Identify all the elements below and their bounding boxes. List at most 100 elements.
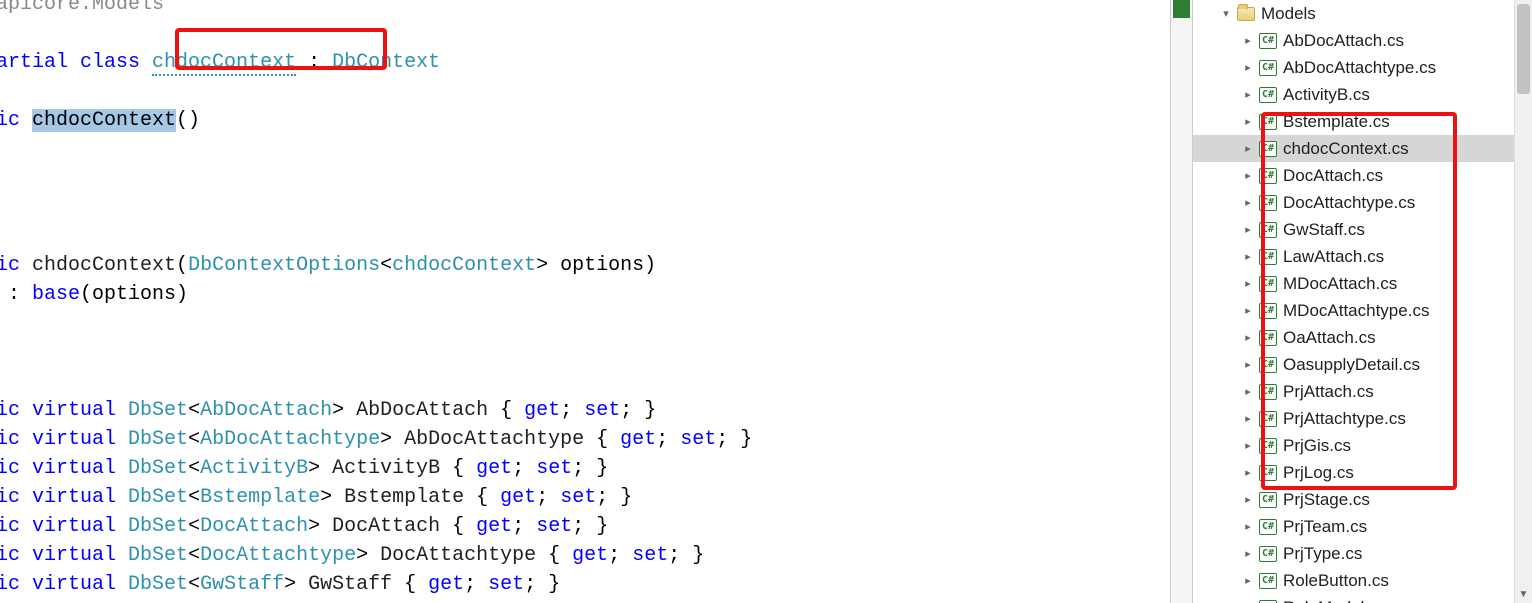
class-name: chdocContext — [152, 51, 296, 76]
csharp-file-icon: C# — [1259, 87, 1277, 103]
base-class-rest: Context — [356, 51, 440, 74]
file-chdoccontext-cs[interactable]: ▸ C# chdocContext.cs — [1193, 135, 1532, 162]
chevron-right-icon[interactable]: ▸ — [1241, 34, 1255, 47]
csharp-file-icon: C# — [1259, 141, 1277, 157]
chevron-right-icon[interactable]: ▸ — [1241, 466, 1255, 479]
csharp-file-icon: C# — [1259, 465, 1277, 481]
class-modifiers: c partial class — [0, 51, 140, 74]
csharp-file-icon: C# — [1259, 60, 1277, 76]
chevron-right-icon[interactable]: ▸ — [1241, 223, 1255, 236]
csharp-file-icon: C# — [1259, 249, 1277, 265]
change-marker — [1173, 0, 1190, 18]
file-label: Bstemplate.cs — [1283, 112, 1390, 132]
chevron-right-icon[interactable]: ▸ — [1241, 88, 1255, 101]
editor-overview-ruler[interactable] — [1170, 0, 1192, 603]
file-label: RoleModule.cs — [1283, 598, 1395, 603]
file-prjstage-cs[interactable]: ▸ C# PrjStage.cs — [1193, 486, 1532, 513]
chevron-right-icon[interactable]: ▸ — [1241, 304, 1255, 317]
chevron-right-icon[interactable]: ▸ — [1241, 61, 1255, 74]
file-label: PrjStage.cs — [1283, 490, 1370, 510]
file-prjattach-cs[interactable]: ▸C#PrjAttach.cs — [1193, 378, 1532, 405]
chevron-down-icon[interactable]: ▾ — [1219, 7, 1233, 20]
file-activityb-cs[interactable]: ▸ C# ActivityB.cs — [1193, 81, 1532, 108]
file-prjgis-cs[interactable]: ▸C#PrjGis.cs — [1193, 432, 1532, 459]
csharp-file-icon: C# — [1259, 303, 1277, 319]
chevron-right-icon[interactable]: ▸ — [1241, 277, 1255, 290]
chevron-right-icon[interactable]: ▸ — [1241, 196, 1255, 209]
file-bstemplate-cs[interactable]: ▸ C# Bstemplate.cs — [1193, 108, 1532, 135]
file-prjteam-cs[interactable]: ▸ C# PrjTeam.cs — [1193, 513, 1532, 540]
csharp-file-icon: C# — [1259, 411, 1277, 427]
file-label: OaAttach.cs — [1283, 328, 1376, 348]
file-docattachtype-cs[interactable]: ▸C#DocAttachtype.cs — [1193, 189, 1532, 216]
solution-scrollbar[interactable]: ▲ ▼ — [1514, 0, 1532, 603]
file-mdocattachtype-cs[interactable]: ▸C#MDocAttachtype.cs — [1193, 297, 1532, 324]
csharp-file-icon: C# — [1259, 33, 1277, 49]
csharp-file-icon: C# — [1259, 546, 1277, 562]
code-editor[interactable]: webapicore.Models c partial class chdocC… — [0, 0, 1170, 603]
file-label: MDocAttach.cs — [1283, 274, 1397, 294]
file-label: PrjType.cs — [1283, 544, 1362, 564]
solution-explorer[interactable]: ▾ Models ▸ C# AbDocAttach.cs ▸ C# AbDocAttach… — [1192, 0, 1532, 603]
chevron-right-icon[interactable]: ▸ — [1241, 493, 1255, 506]
file-label: PrjGis.cs — [1283, 436, 1351, 456]
chevron-right-icon[interactable]: ▸ — [1241, 412, 1255, 425]
csharp-file-icon: C# — [1259, 384, 1277, 400]
csharp-file-icon: C# — [1259, 114, 1277, 130]
chevron-right-icon[interactable]: ▸ — [1241, 574, 1255, 587]
file-prjattachtype-cs[interactable]: ▸ C# PrjAttachtype.cs — [1193, 405, 1532, 432]
csharp-file-icon: C# — [1259, 276, 1277, 292]
file-label: LawAttach.cs — [1283, 247, 1384, 267]
csharp-file-icon: C# — [1259, 195, 1277, 211]
chevron-right-icon[interactable]: ▸ — [1241, 547, 1255, 560]
selection-ctor-name: chdocContext — [32, 109, 176, 132]
file-label: OasupplyDetail.cs — [1283, 355, 1420, 375]
file-label: DocAttach.cs — [1283, 166, 1383, 186]
chevron-right-icon[interactable]: ▸ — [1241, 142, 1255, 155]
file-label: ActivityB.cs — [1283, 85, 1370, 105]
file-docattach-cs[interactable]: ▸ C# DocAttach.cs — [1193, 162, 1532, 189]
chevron-right-icon[interactable]: ▸ — [1241, 331, 1255, 344]
file-rolebutton-cs[interactable]: ▸ C# RoleButton.cs — [1193, 567, 1532, 594]
chevron-right-icon[interactable]: ▸ — [1241, 358, 1255, 371]
chevron-right-icon[interactable]: ▸ — [1241, 169, 1255, 182]
file-abdocattach-cs[interactable]: ▸ C# AbDocAttach.cs — [1193, 27, 1532, 54]
folder-icon — [1237, 7, 1255, 21]
namespace-line: webapicore.Models — [0, 0, 164, 16]
file-label: RoleButton.cs — [1283, 571, 1389, 591]
file-label: AbDocAttachtype.cs — [1283, 58, 1436, 78]
solution-tree[interactable]: ▾ Models ▸ C# AbDocAttach.cs ▸ C# AbDocAttach… — [1193, 0, 1532, 603]
csharp-file-icon: C# — [1259, 519, 1277, 535]
file-label: PrjTeam.cs — [1283, 517, 1367, 537]
csharp-file-icon: C# — [1259, 330, 1277, 346]
folder-models[interactable]: ▾ Models — [1193, 0, 1532, 27]
file-prjtype-cs[interactable]: ▸ C# PrjType.cs — [1193, 540, 1532, 567]
file-label: chdocContext.cs — [1283, 139, 1409, 159]
file-oaattach-cs[interactable]: ▸ C# OaAttach.cs — [1193, 324, 1532, 351]
base-class-prefix: Db — [332, 51, 356, 74]
chevron-right-icon[interactable]: ▸ — [1241, 115, 1255, 128]
file-label: PrjLog.cs — [1283, 463, 1354, 483]
chevron-right-icon[interactable]: ▸ — [1241, 250, 1255, 263]
file-abdocattachtype-cs[interactable]: ▸ C# AbDocAttachtype.cs — [1193, 54, 1532, 81]
csharp-file-icon: C# — [1259, 600, 1277, 603]
chevron-right-icon[interactable]: ▸ — [1241, 385, 1255, 398]
file-lawattach-cs[interactable]: ▸ C# LawAttach.cs — [1193, 243, 1532, 270]
file-rolemodule-cs[interactable]: ▸C#RoleModule.cs — [1193, 594, 1532, 603]
chevron-right-icon[interactable]: ▸ — [1241, 520, 1255, 533]
csharp-file-icon: C# — [1259, 222, 1277, 238]
file-mdocattach-cs[interactable]: ▸ C# MDocAttach.cs — [1193, 270, 1532, 297]
csharp-file-icon: C# — [1259, 492, 1277, 508]
csharp-file-icon: C# — [1259, 357, 1277, 373]
csharp-file-icon: C# — [1259, 168, 1277, 184]
scrollbar-thumb[interactable] — [1517, 4, 1530, 94]
chevron-right-icon[interactable]: ▸ — [1241, 439, 1255, 452]
file-prjlog-cs[interactable]: ▸ C# PrjLog.cs — [1193, 459, 1532, 486]
file-oasupplydetail-cs[interactable]: ▸ C# OasupplyDetail.cs — [1193, 351, 1532, 378]
file-label: AbDocAttach.cs — [1283, 31, 1404, 51]
file-label: PrjAttachtype.cs — [1283, 409, 1406, 429]
code-content: webapicore.Models c partial class chdocC… — [0, 0, 752, 599]
scroll-down-icon[interactable]: ▼ — [1515, 587, 1532, 603]
csharp-file-icon: C# — [1259, 573, 1277, 589]
file-gwstaff-cs[interactable]: ▸C#GwStaff.cs — [1193, 216, 1532, 243]
